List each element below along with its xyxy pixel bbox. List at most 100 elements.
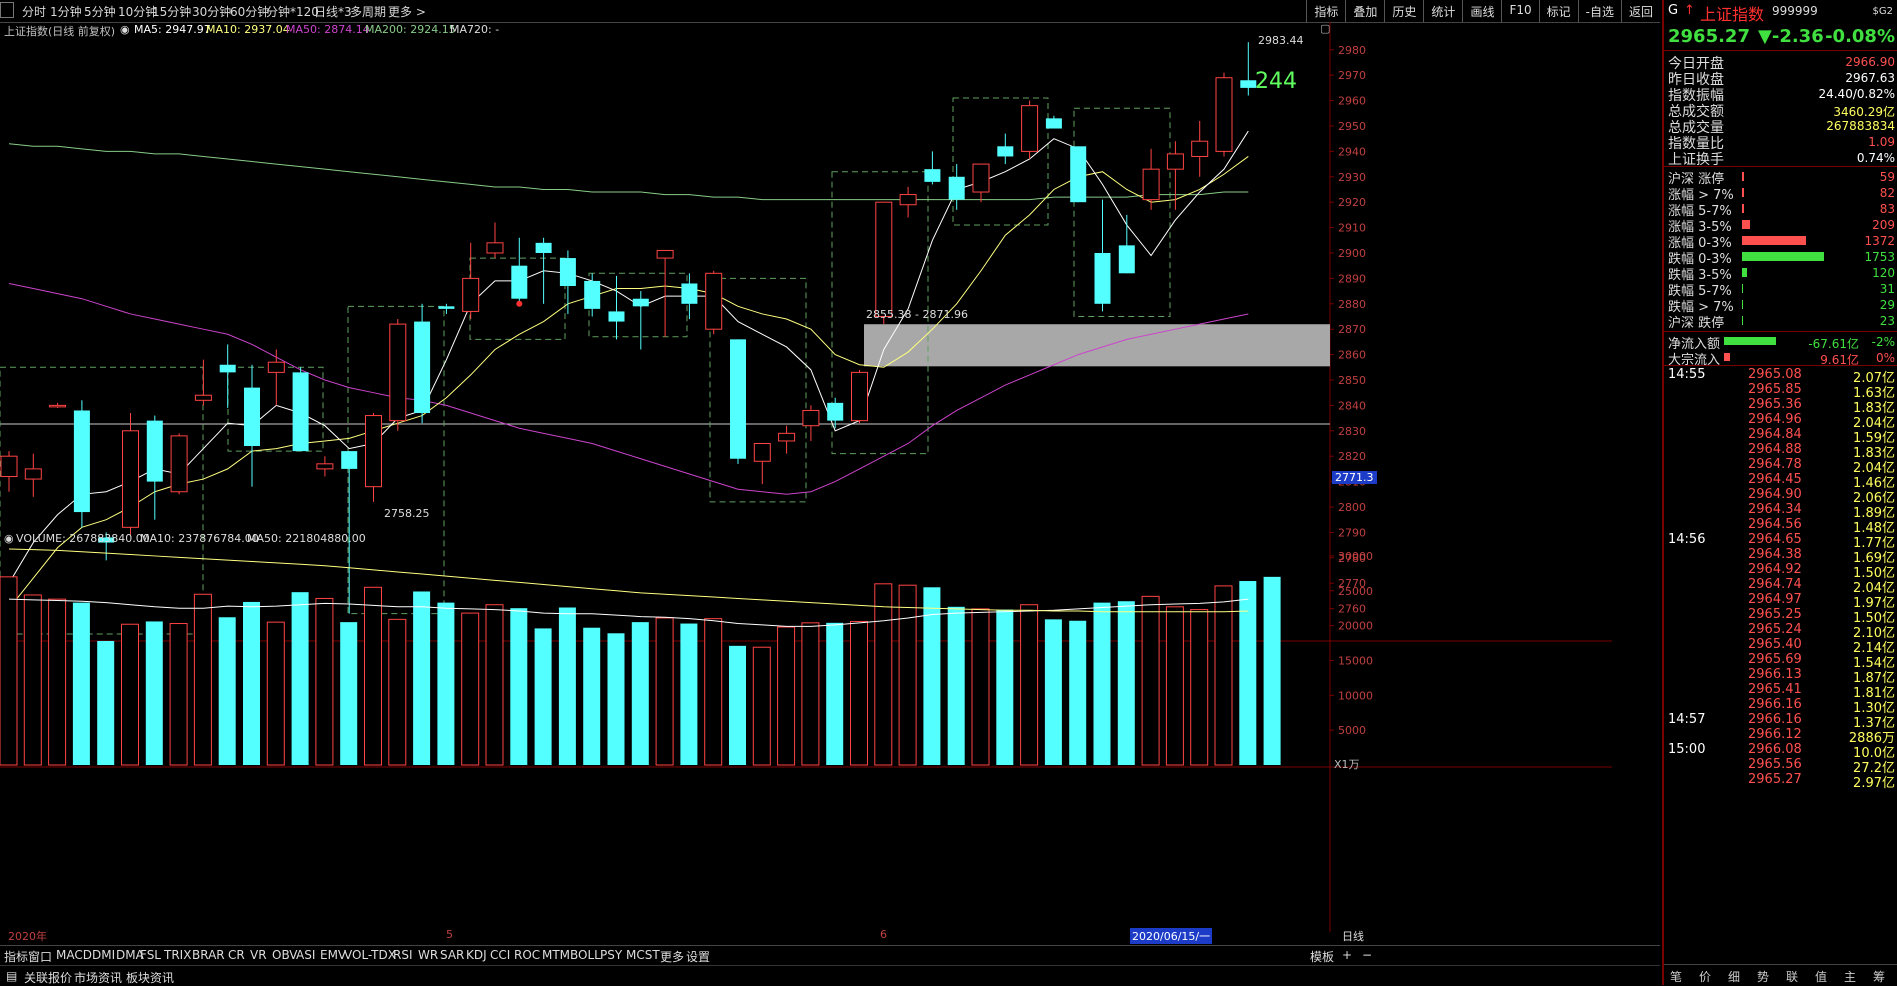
toolbar-button-1[interactable]: 叠加 — [1345, 0, 1384, 22]
volume-label: VOLUME: 267883840.00 — [16, 532, 150, 545]
volume-collapse-icon[interactable]: ◉ — [4, 532, 14, 545]
toolbar-button-5[interactable]: F10 — [1501, 0, 1538, 22]
volume-bar — [485, 604, 504, 766]
indicator-tab-13[interactable]: VOL-TDX — [344, 948, 396, 962]
volume-bar — [558, 607, 576, 765]
indicator-tab-11[interactable]: ASI — [296, 948, 315, 962]
status-menu-icon[interactable]: ▤ — [6, 969, 17, 983]
tick-price: 2964.56 — [1748, 517, 1802, 532]
quote-tab-6[interactable]: 主 — [1844, 968, 1856, 985]
quote-tab-0[interactable]: 笔 — [1670, 968, 1682, 985]
breadth-value: 82 — [1879, 186, 1895, 200]
period-tab-2[interactable]: 5分钟 — [84, 3, 116, 20]
indicator-right-1[interactable]: + — [1342, 948, 1352, 962]
tick-price: 2964.45 — [1748, 472, 1802, 487]
quote-tab-7[interactable]: 筹 — [1873, 968, 1885, 985]
quote-tab-2[interactable]: 细 — [1728, 968, 1740, 985]
indicator-tab-25[interactable]: 设置 — [686, 948, 710, 965]
indicator-tab-22[interactable]: PSY — [600, 948, 622, 962]
breadth-row: 沪深 跌停 23 — [1668, 312, 1895, 331]
indicator-tab-16[interactable]: SAR — [440, 948, 464, 962]
price-tick-label: 2830 — [1338, 425, 1366, 438]
support-zone — [864, 324, 1330, 367]
quote-tab-4[interactable]: 联 — [1786, 968, 1798, 985]
indicator-tab-10[interactable]: OBV — [272, 948, 298, 962]
indicator-tab-5[interactable]: FSL — [140, 948, 161, 962]
indicator-tab-18[interactable]: CCI — [490, 948, 510, 962]
date-year-label: 2020年 — [8, 930, 47, 943]
indicator-tab-24[interactable]: 更多 — [660, 948, 684, 965]
breadth-value: 120 — [1872, 266, 1895, 280]
volume-bar — [874, 583, 893, 766]
indicator-tab-7[interactable]: BRAR — [192, 948, 225, 962]
toolbar-button-7[interactable]: -自选 — [1577, 0, 1621, 22]
indicator-tab-1[interactable]: 窗口 — [28, 948, 52, 965]
indicator-right-0[interactable]: 模板 — [1310, 948, 1334, 965]
toolbar-button-4[interactable]: 画线 — [1462, 0, 1501, 22]
quote-tab-1[interactable]: 价 — [1699, 968, 1711, 985]
collapse-icon[interactable]: ◉ — [120, 23, 130, 36]
vol-ma50-label: MA50: 221804880.00 — [247, 532, 366, 545]
flow-pct: 0% — [1875, 351, 1895, 365]
period-tab-10[interactable]: 更多 > — [388, 3, 426, 20]
tick-price: 2964.74 — [1748, 577, 1802, 592]
toolbar-button-2[interactable]: 历史 — [1384, 0, 1423, 22]
indicator-tab-6[interactable]: TRIX — [164, 948, 191, 962]
volume-tick-label: 10000 — [1338, 689, 1373, 702]
indicator-tab-17[interactable]: KDJ — [466, 948, 487, 962]
volume-bar — [1093, 602, 1111, 765]
indicator-tab-23[interactable]: MCST — [626, 948, 660, 962]
status-item-1[interactable]: 市场资讯 — [74, 969, 122, 986]
axis-scroll-icon[interactable]: ▢ — [1320, 22, 1330, 35]
toolbar-button-8[interactable]: 返回 — [1620, 0, 1660, 22]
quote-row-value: 24.40/0.82% — [1818, 87, 1895, 101]
quote-tab-3[interactable]: 势 — [1757, 968, 1769, 985]
volume-chart[interactable]: 30000 25000 20000 15000 10000 5000 — [0, 522, 1612, 932]
quote-tab-5[interactable]: 值 — [1815, 968, 1827, 985]
candle-body — [219, 364, 236, 373]
indicator-tab-14[interactable]: RSI — [393, 948, 413, 962]
candle-body — [1215, 77, 1233, 152]
indicator-tab-0[interactable]: 指标 — [4, 948, 28, 965]
toolbar-button-3[interactable]: 统计 — [1423, 0, 1462, 22]
quote-name: 上证指数 — [1700, 5, 1765, 24]
indicator-tab-15[interactable]: WR — [418, 948, 438, 962]
period-label[interactable]: 日线 — [1342, 928, 1364, 944]
period-tab-1[interactable]: 1分钟 — [50, 3, 82, 20]
period-tab-8[interactable]: 日线*3 — [314, 3, 352, 20]
indicator-tab-9[interactable]: VR — [250, 948, 267, 962]
breadth-value: 23 — [1879, 314, 1895, 328]
indicator-tab-12[interactable]: EMV — [320, 948, 346, 962]
candle-body — [802, 409, 820, 427]
indicator-tab-20[interactable]: MTM — [542, 948, 570, 962]
volume-bar — [1190, 609, 1209, 766]
status-item-2[interactable]: 板块资讯 — [126, 969, 174, 986]
status-item-0[interactable]: 关联报价 — [24, 969, 72, 986]
window-menu-icon[interactable] — [0, 2, 14, 18]
tick-price: 2964.97 — [1748, 592, 1802, 607]
indicator-tab-2[interactable]: MACD — [56, 948, 92, 962]
tick-price: 2966.12 — [1748, 727, 1802, 742]
period-tab-6[interactable]: 60分钟 — [230, 3, 269, 20]
quote-row-value: 1.09 — [1868, 135, 1895, 149]
indicator-tab-3[interactable]: DMI — [92, 948, 115, 962]
arrow-up-icon: ↑ — [1684, 3, 1695, 18]
tick-price: 2964.78 — [1748, 457, 1802, 472]
indicator-right-2[interactable]: − — [1362, 948, 1372, 962]
period-tab-7[interactable]: 分钟*120 — [266, 3, 319, 20]
indicator-tab-8[interactable]: CR — [228, 948, 245, 962]
period-tab-0[interactable]: 分时 — [22, 3, 46, 20]
toolbar-button-0[interactable]: 指标 — [1306, 0, 1345, 22]
indicator-tab-19[interactable]: ROC — [514, 948, 540, 962]
period-tab-9[interactable]: 多周期 — [350, 3, 386, 20]
indicator-tab-21[interactable]: BOLL — [570, 948, 601, 962]
period-tab-4[interactable]: 15分钟 — [152, 3, 191, 20]
breadth-bar — [1742, 284, 1743, 293]
toolbar-button-6[interactable]: 标记 — [1538, 0, 1578, 22]
candle-body — [1094, 252, 1111, 304]
candle-body — [559, 258, 576, 287]
volume-bar — [971, 608, 990, 766]
volume-bar — [1141, 595, 1160, 766]
candle-body — [341, 451, 358, 469]
period-tab-5[interactable]: 30分钟 — [192, 3, 231, 20]
